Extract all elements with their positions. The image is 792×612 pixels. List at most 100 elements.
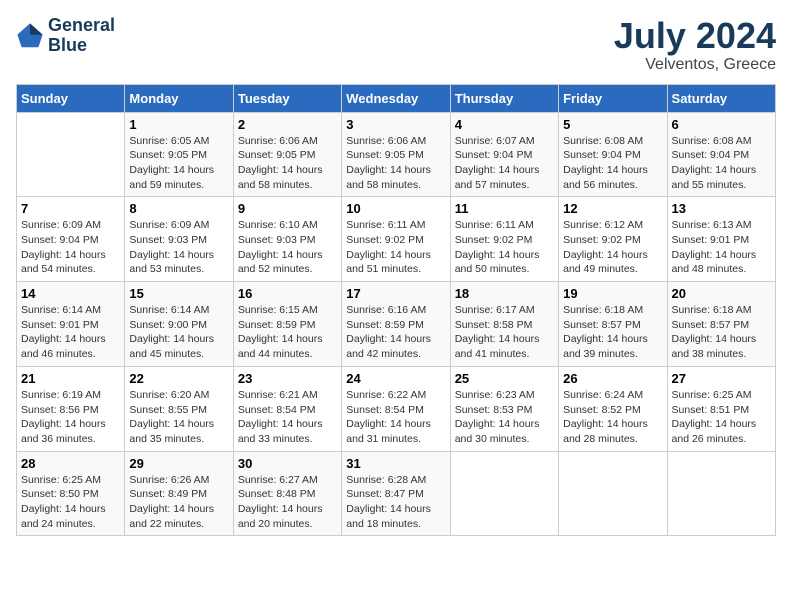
logo: General Blue [16, 16, 115, 56]
day-info: Sunrise: 6:11 AM Sunset: 9:02 PM Dayligh… [455, 218, 554, 277]
day-number: 13 [672, 201, 771, 216]
calendar-cell: 17 Sunrise: 6:16 AM Sunset: 8:59 PM Dayli… [342, 282, 450, 367]
day-number: 18 [455, 286, 554, 301]
calendar-cell: 19 Sunrise: 6:18 AM Sunset: 8:57 PM Dayli… [559, 282, 667, 367]
day-info: Sunrise: 6:20 AM Sunset: 8:55 PM Dayligh… [129, 388, 228, 447]
calendar-header: Sunday Monday Tuesday Wednesday Thursday… [17, 84, 776, 112]
calendar-cell [17, 112, 125, 197]
calendar-cell [559, 451, 667, 536]
calendar-cell: 1 Sunrise: 6:05 AM Sunset: 9:05 PM Daylig… [125, 112, 233, 197]
day-number: 1 [129, 117, 228, 132]
header-row: Sunday Monday Tuesday Wednesday Thursday… [17, 84, 776, 112]
day-number: 4 [455, 117, 554, 132]
calendar-cell [450, 451, 558, 536]
day-number: 7 [21, 201, 120, 216]
day-number: 11 [455, 201, 554, 216]
calendar-week-4: 28 Sunrise: 6:25 AM Sunset: 8:50 PM Dayli… [17, 451, 776, 536]
day-info: Sunrise: 6:25 AM Sunset: 8:51 PM Dayligh… [672, 388, 771, 447]
day-info: Sunrise: 6:06 AM Sunset: 9:05 PM Dayligh… [346, 134, 445, 193]
calendar-cell: 30 Sunrise: 6:27 AM Sunset: 8:48 PM Dayli… [233, 451, 341, 536]
calendar-cell: 6 Sunrise: 6:08 AM Sunset: 9:04 PM Daylig… [667, 112, 775, 197]
calendar-cell: 22 Sunrise: 6:20 AM Sunset: 8:55 PM Dayli… [125, 366, 233, 451]
day-info: Sunrise: 6:27 AM Sunset: 8:48 PM Dayligh… [238, 473, 337, 532]
location: Velventos, Greece [614, 56, 776, 74]
day-info: Sunrise: 6:12 AM Sunset: 9:02 PM Dayligh… [563, 218, 662, 277]
day-number: 29 [129, 456, 228, 471]
calendar-week-2: 14 Sunrise: 6:14 AM Sunset: 9:01 PM Dayli… [17, 282, 776, 367]
day-info: Sunrise: 6:18 AM Sunset: 8:57 PM Dayligh… [563, 303, 662, 362]
calendar-cell: 18 Sunrise: 6:17 AM Sunset: 8:58 PM Dayli… [450, 282, 558, 367]
day-info: Sunrise: 6:25 AM Sunset: 8:50 PM Dayligh… [21, 473, 120, 532]
day-number: 19 [563, 286, 662, 301]
calendar-cell: 31 Sunrise: 6:28 AM Sunset: 8:47 PM Dayli… [342, 451, 450, 536]
day-number: 3 [346, 117, 445, 132]
day-number: 6 [672, 117, 771, 132]
day-number: 30 [238, 456, 337, 471]
calendar-cell: 16 Sunrise: 6:15 AM Sunset: 8:59 PM Dayli… [233, 282, 341, 367]
day-info: Sunrise: 6:05 AM Sunset: 9:05 PM Dayligh… [129, 134, 228, 193]
day-number: 20 [672, 286, 771, 301]
day-info: Sunrise: 6:19 AM Sunset: 8:56 PM Dayligh… [21, 388, 120, 447]
day-number: 22 [129, 371, 228, 386]
day-number: 16 [238, 286, 337, 301]
day-number: 14 [21, 286, 120, 301]
calendar-week-0: 1 Sunrise: 6:05 AM Sunset: 9:05 PM Daylig… [17, 112, 776, 197]
day-info: Sunrise: 6:23 AM Sunset: 8:53 PM Dayligh… [455, 388, 554, 447]
calendar-cell: 21 Sunrise: 6:19 AM Sunset: 8:56 PM Dayli… [17, 366, 125, 451]
day-info: Sunrise: 6:26 AM Sunset: 8:49 PM Dayligh… [129, 473, 228, 532]
day-number: 27 [672, 371, 771, 386]
calendar-cell: 3 Sunrise: 6:06 AM Sunset: 9:05 PM Daylig… [342, 112, 450, 197]
calendar-week-1: 7 Sunrise: 6:09 AM Sunset: 9:04 PM Daylig… [17, 197, 776, 282]
day-number: 12 [563, 201, 662, 216]
calendar-cell: 26Sunrise: 6:24 AM Sunset: 8:52 PM Dayli… [559, 366, 667, 451]
day-info: Sunrise: 6:21 AM Sunset: 8:54 PM Dayligh… [238, 388, 337, 447]
day-info: Sunrise: 6:16 AM Sunset: 8:59 PM Dayligh… [346, 303, 445, 362]
day-info: Sunrise: 6:24 AM Sunset: 8:52 PM Dayligh… [563, 388, 662, 447]
day-info: Sunrise: 6:14 AM Sunset: 9:00 PM Dayligh… [129, 303, 228, 362]
day-number: 2 [238, 117, 337, 132]
calendar-cell [667, 451, 775, 536]
calendar-cell: 27 Sunrise: 6:25 AM Sunset: 8:51 PM Dayli… [667, 366, 775, 451]
calendar-cell: 4 Sunrise: 6:07 AM Sunset: 9:04 PM Daylig… [450, 112, 558, 197]
day-info: Sunrise: 6:06 AM Sunset: 9:05 PM Dayligh… [238, 134, 337, 193]
calendar-cell: 2 Sunrise: 6:06 AM Sunset: 9:05 PM Daylig… [233, 112, 341, 197]
col-thursday: Thursday [450, 84, 558, 112]
day-info: Sunrise: 6:08 AM Sunset: 9:04 PM Dayligh… [563, 134, 662, 193]
day-info: Sunrise: 6:07 AM Sunset: 9:04 PM Dayligh… [455, 134, 554, 193]
page-header: General Blue July 2024 Velventos, Greece [16, 16, 776, 74]
calendar-cell: 9Sunrise: 6:10 AM Sunset: 9:03 PM Daylig… [233, 197, 341, 282]
day-info: Sunrise: 6:28 AM Sunset: 8:47 PM Dayligh… [346, 473, 445, 532]
calendar-cell: 25Sunrise: 6:23 AM Sunset: 8:53 PM Dayli… [450, 366, 558, 451]
day-number: 8 [129, 201, 228, 216]
col-tuesday: Tuesday [233, 84, 341, 112]
calendar-cell: 14 Sunrise: 6:14 AM Sunset: 9:01 PM Dayli… [17, 282, 125, 367]
col-wednesday: Wednesday [342, 84, 450, 112]
calendar-cell: 7 Sunrise: 6:09 AM Sunset: 9:04 PM Daylig… [17, 197, 125, 282]
day-number: 5 [563, 117, 662, 132]
logo-text-line2: Blue [48, 36, 115, 56]
day-info: Sunrise: 6:14 AM Sunset: 9:01 PM Dayligh… [21, 303, 120, 362]
col-saturday: Saturday [667, 84, 775, 112]
calendar-cell: 8Sunrise: 6:09 AM Sunset: 9:03 PM Daylig… [125, 197, 233, 282]
day-info: Sunrise: 6:17 AM Sunset: 8:58 PM Dayligh… [455, 303, 554, 362]
day-info: Sunrise: 6:11 AM Sunset: 9:02 PM Dayligh… [346, 218, 445, 277]
day-number: 17 [346, 286, 445, 301]
day-number: 28 [21, 456, 120, 471]
calendar-cell: 12 Sunrise: 6:12 AM Sunset: 9:02 PM Dayli… [559, 197, 667, 282]
day-info: Sunrise: 6:18 AM Sunset: 8:57 PM Dayligh… [672, 303, 771, 362]
col-monday: Monday [125, 84, 233, 112]
day-info: Sunrise: 6:15 AM Sunset: 8:59 PM Dayligh… [238, 303, 337, 362]
col-sunday: Sunday [17, 84, 125, 112]
day-info: Sunrise: 6:09 AM Sunset: 9:04 PM Dayligh… [21, 218, 120, 277]
calendar-table: Sunday Monday Tuesday Wednesday Thursday… [16, 84, 776, 537]
calendar-cell: 5 Sunrise: 6:08 AM Sunset: 9:04 PM Daylig… [559, 112, 667, 197]
month-title: July 2024 [614, 16, 776, 56]
calendar-cell: 28 Sunrise: 6:25 AM Sunset: 8:50 PM Dayli… [17, 451, 125, 536]
logo-icon [16, 22, 44, 50]
day-number: 31 [346, 456, 445, 471]
calendar-cell: 23Sunrise: 6:21 AM Sunset: 8:54 PM Dayli… [233, 366, 341, 451]
day-number: 21 [21, 371, 120, 386]
day-info: Sunrise: 6:10 AM Sunset: 9:03 PM Dayligh… [238, 218, 337, 277]
calendar-week-3: 21 Sunrise: 6:19 AM Sunset: 8:56 PM Dayli… [17, 366, 776, 451]
day-info: Sunrise: 6:08 AM Sunset: 9:04 PM Dayligh… [672, 134, 771, 193]
